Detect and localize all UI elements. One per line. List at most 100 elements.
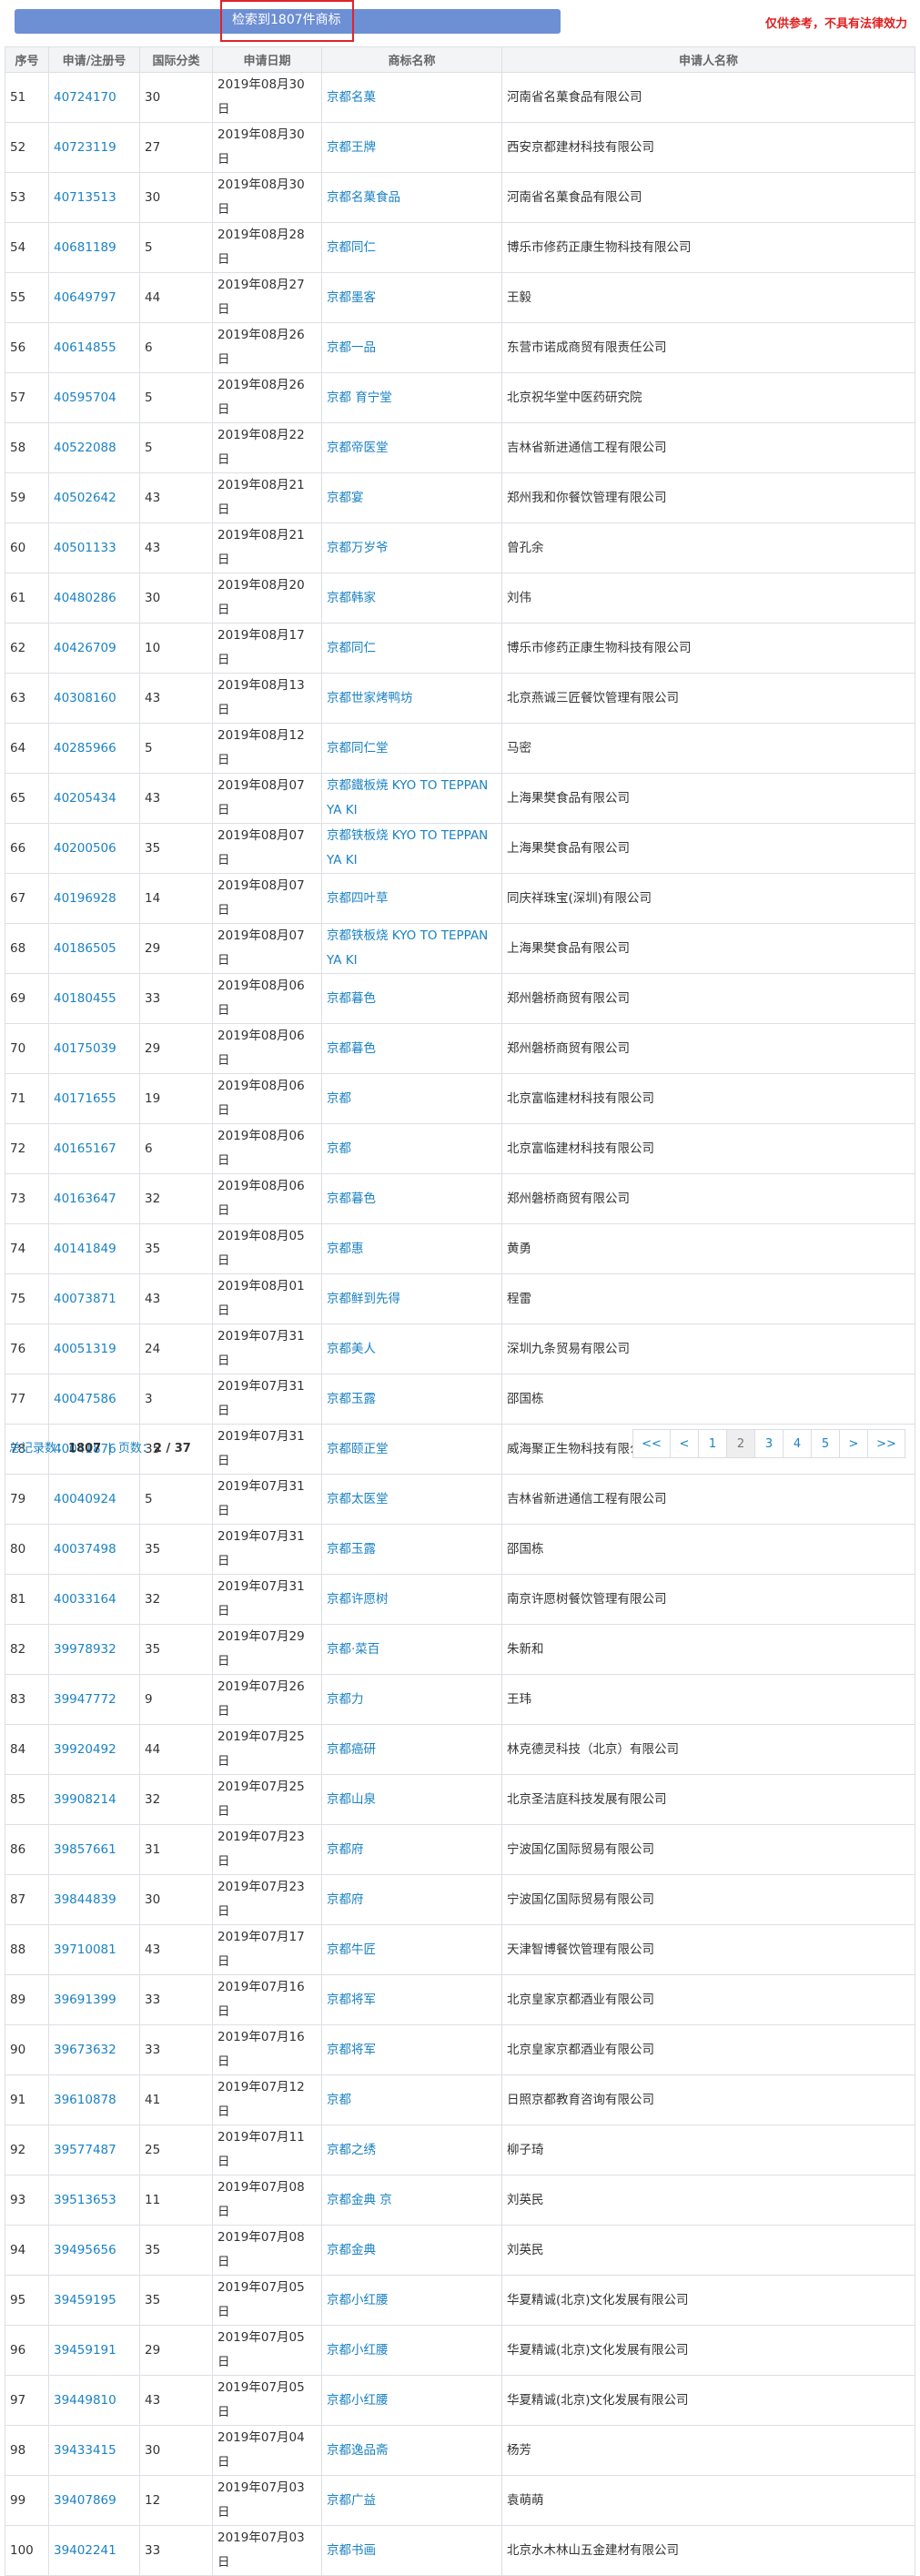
reg-number-link[interactable]: 40186505 — [48, 923, 140, 974]
trademark-name-link[interactable]: 京都·菜百 — [321, 1624, 502, 1675]
trademark-name-link[interactable]: 京都 育宁堂 — [321, 372, 502, 423]
reg-number-link[interactable]: 40724170 — [48, 72, 140, 123]
reg-number-link[interactable]: 40180455 — [48, 973, 140, 1024]
trademark-name-link[interactable]: 京都鲜到先得 — [321, 1273, 502, 1324]
trademark-name-link[interactable]: 京都世家烤鸭坊 — [321, 673, 502, 724]
trademark-name-link[interactable]: 京都同仁堂 — [321, 723, 502, 774]
reg-number-link[interactable]: 40037498 — [48, 1524, 140, 1575]
trademark-name-link[interactable]: 京都铁板烧 KYO TO TEPPAN YA KI — [321, 823, 502, 874]
trademark-name-link[interactable]: 京都太医堂 — [321, 1474, 502, 1525]
reg-number-link[interactable]: 39908214 — [48, 1774, 140, 1825]
trademark-name-link[interactable]: 京都同仁 — [321, 222, 502, 273]
trademark-name-link[interactable]: 京都帝医堂 — [321, 422, 502, 473]
page-button-4[interactable]: 4 — [783, 1429, 812, 1458]
trademark-name-link[interactable]: 京都力 — [321, 1674, 502, 1725]
trademark-name-link[interactable]: 京都暮色 — [321, 1173, 502, 1224]
reg-number-link[interactable]: 40649797 — [48, 272, 140, 323]
trademark-name-link[interactable]: 京都之绣 — [321, 2125, 502, 2175]
trademark-name-link[interactable]: 京都许愿树 — [321, 1574, 502, 1625]
trademark-name-link[interactable]: 京都将军 — [321, 2024, 502, 2075]
reg-number-link[interactable]: 40033164 — [48, 1574, 140, 1625]
reg-number-link[interactable]: 39495656 — [48, 2225, 140, 2276]
trademark-name-link[interactable]: 京都将军 — [321, 1974, 502, 2025]
reg-number-link[interactable]: 39857661 — [48, 1824, 140, 1875]
trademark-name-link[interactable]: 京都暮色 — [321, 1023, 502, 1074]
last-page-button[interactable]: >> — [867, 1429, 905, 1458]
reg-number-link[interactable]: 40723119 — [48, 122, 140, 173]
reg-number-link[interactable]: 40681189 — [48, 222, 140, 273]
trademark-name-link[interactable]: 京都一品 — [321, 322, 502, 373]
trademark-name-link[interactable]: 京都府 — [321, 1874, 502, 1925]
reg-number-link[interactable]: 40614855 — [48, 322, 140, 373]
trademark-name-link[interactable]: 京都 — [321, 1073, 502, 1124]
reg-number-link[interactable]: 39710081 — [48, 1924, 140, 1975]
reg-number-link[interactable]: 40073871 — [48, 1273, 140, 1324]
trademark-name-link[interactable]: 京都金典 — [321, 2225, 502, 2276]
trademark-name-link[interactable]: 京都万岁爷 — [321, 522, 502, 573]
trademark-name-link[interactable]: 京都颐正堂 — [321, 1424, 502, 1475]
reg-number-link[interactable]: 40141849 — [48, 1223, 140, 1274]
page-button-3[interactable]: 3 — [754, 1429, 784, 1458]
reg-number-link[interactable]: 40595704 — [48, 372, 140, 423]
reg-number-link[interactable]: 40308160 — [48, 673, 140, 724]
reg-number-link[interactable]: 40502642 — [48, 472, 140, 523]
trademark-name-link[interactable]: 京都牛匠 — [321, 1924, 502, 1975]
reg-number-link[interactable]: 39459191 — [48, 2325, 140, 2376]
reg-number-link[interactable]: 39947772 — [48, 1674, 140, 1725]
trademark-name-link[interactable]: 京都书画 — [321, 2525, 502, 2576]
trademark-name-link[interactable]: 京都广益 — [321, 2475, 502, 2526]
trademark-name-link[interactable]: 京都暮色 — [321, 973, 502, 1024]
trademark-name-link[interactable]: 京都府 — [321, 1824, 502, 1875]
first-page-button[interactable]: << — [632, 1429, 671, 1458]
prev-page-button[interactable]: < — [670, 1429, 699, 1458]
trademark-name-link[interactable]: 京都鐵板焼 KYO TO TEPPAN YA KI — [321, 773, 502, 824]
next-page-button[interactable]: > — [839, 1429, 868, 1458]
reg-number-link[interactable]: 39978932 — [48, 1624, 140, 1675]
reg-number-link[interactable]: 39577487 — [48, 2125, 140, 2175]
reg-number-link[interactable]: 40175039 — [48, 1023, 140, 1074]
trademark-name-link[interactable]: 京都惠 — [321, 1223, 502, 1274]
page-button-2-current[interactable]: 2 — [726, 1429, 755, 1458]
reg-number-link[interactable]: 40426709 — [48, 623, 140, 674]
trademark-name-link[interactable]: 京都山泉 — [321, 1774, 502, 1825]
trademark-name-link[interactable]: 京都小红腰 — [321, 2275, 502, 2326]
reg-number-link[interactable]: 40040924 — [48, 1474, 140, 1525]
page-button-5[interactable]: 5 — [811, 1429, 840, 1458]
trademark-name-link[interactable]: 京都王牌 — [321, 122, 502, 173]
reg-number-link[interactable]: 40285966 — [48, 723, 140, 774]
trademark-name-link[interactable]: 京都宴 — [321, 472, 502, 523]
reg-number-link[interactable]: 39844839 — [48, 1874, 140, 1925]
reg-number-link[interactable]: 40163647 — [48, 1173, 140, 1224]
reg-number-link[interactable]: 39402241 — [48, 2525, 140, 2576]
reg-number-link[interactable]: 40205434 — [48, 773, 140, 824]
reg-number-link[interactable]: 40196928 — [48, 873, 140, 924]
reg-number-link[interactable]: 40051319 — [48, 1323, 140, 1374]
reg-number-link[interactable]: 40713513 — [48, 172, 140, 223]
reg-number-link[interactable]: 39920492 — [48, 1724, 140, 1775]
trademark-name-link[interactable]: 京都癌研 — [321, 1724, 502, 1775]
reg-number-link[interactable]: 39407869 — [48, 2475, 140, 2526]
page-button-1[interactable]: 1 — [698, 1429, 727, 1458]
trademark-name-link[interactable]: 京都小红腰 — [321, 2325, 502, 2376]
trademark-name-link[interactable]: 京都玉露 — [321, 1374, 502, 1425]
reg-number-link[interactable]: 40522088 — [48, 422, 140, 473]
reg-number-link[interactable]: 40200506 — [48, 823, 140, 874]
reg-number-link[interactable]: 39433415 — [48, 2425, 140, 2476]
trademark-name-link[interactable]: 京都玉露 — [321, 1524, 502, 1575]
reg-number-link[interactable]: 40480286 — [48, 573, 140, 624]
reg-number-link[interactable]: 39610878 — [48, 2074, 140, 2125]
trademark-name-link[interactable]: 京都四叶草 — [321, 873, 502, 924]
reg-number-link[interactable]: 40047586 — [48, 1374, 140, 1425]
reg-number-link[interactable]: 40171655 — [48, 1073, 140, 1124]
trademark-name-link[interactable]: 京都墨客 — [321, 272, 502, 323]
trademark-name-link[interactable]: 京都美人 — [321, 1323, 502, 1374]
reg-number-link[interactable]: 39449810 — [48, 2375, 140, 2426]
trademark-name-link[interactable]: 京都小红腰 — [321, 2375, 502, 2426]
trademark-name-link[interactable]: 京都逸品斋 — [321, 2425, 502, 2476]
reg-number-link[interactable]: 40501133 — [48, 522, 140, 573]
trademark-name-link[interactable]: 京都名菓食品 — [321, 172, 502, 223]
trademark-name-link[interactable]: 京都同仁 — [321, 623, 502, 674]
trademark-name-link[interactable]: 京都 — [321, 2074, 502, 2125]
reg-number-link[interactable]: 39459195 — [48, 2275, 140, 2326]
trademark-name-link[interactable]: 京都韩家 — [321, 573, 502, 624]
